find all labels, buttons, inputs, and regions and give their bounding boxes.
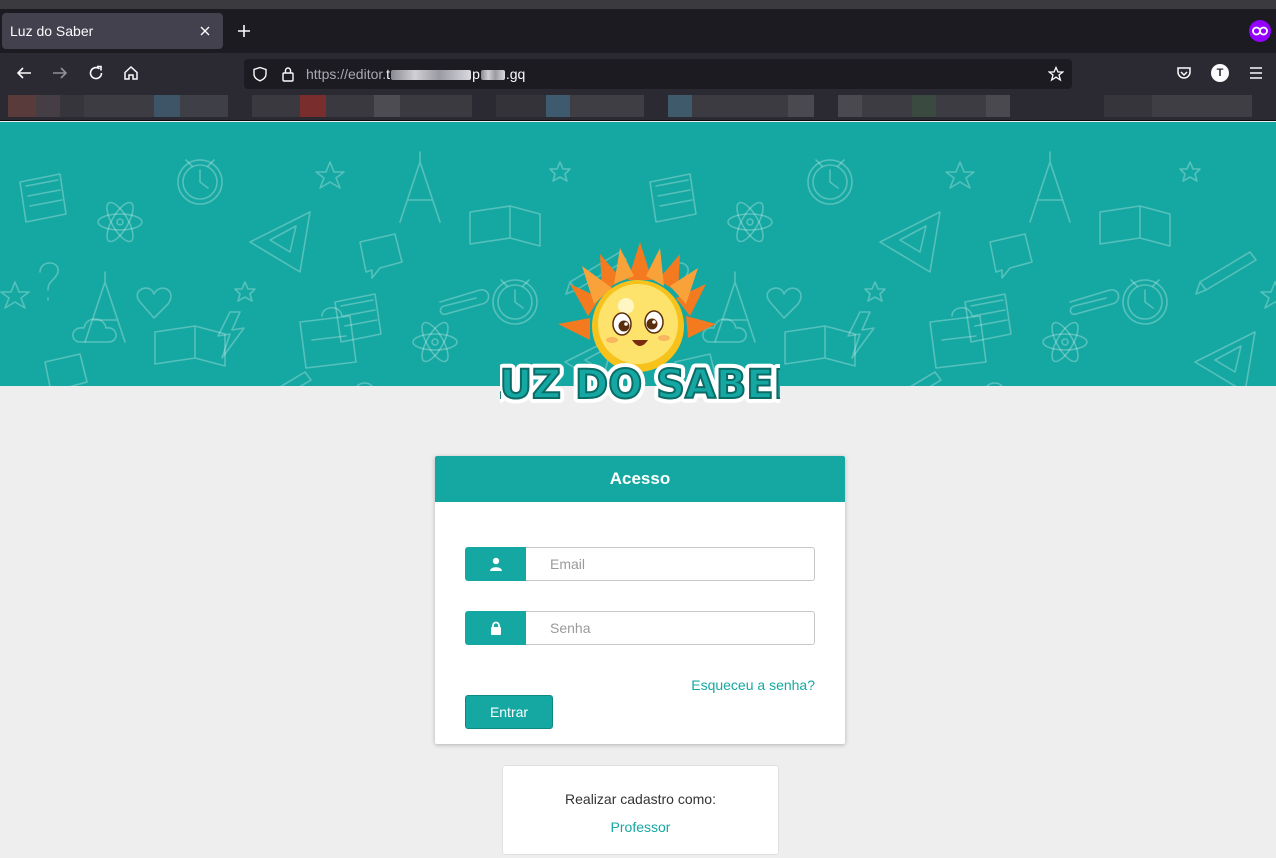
forgot-password-link[interactable]: Esqueceu a senha?: [691, 677, 815, 693]
login-submit-button[interactable]: Entrar: [465, 695, 553, 729]
email-input[interactable]: [526, 547, 815, 581]
bookmark-item[interactable]: [374, 95, 400, 117]
email-field-group: [465, 547, 815, 581]
luz-do-saber-logo: LUZ DO SABER LUZ DO SABER: [471, 240, 809, 413]
bookmark-item[interactable]: [496, 95, 546, 117]
bookmark-item[interactable]: [300, 95, 326, 117]
bookmark-item[interactable]: [546, 95, 570, 117]
bookmarks-toolbar: [0, 93, 1276, 121]
new-tab-icon[interactable]: [234, 21, 254, 41]
reload-icon[interactable]: [86, 63, 106, 83]
forward-arrow-icon[interactable]: [50, 63, 70, 83]
bookmark-item[interactable]: [692, 95, 788, 117]
account-avatar[interactable]: T: [1211, 64, 1229, 82]
bookmark-item[interactable]: [862, 95, 912, 117]
lock-icon: [465, 611, 526, 645]
address-bar[interactable]: https://editor.t p .gq: [244, 59, 1072, 89]
bookmark-item[interactable]: [788, 95, 814, 117]
bookmark-item[interactable]: [154, 95, 180, 117]
bookmark-item[interactable]: [252, 95, 300, 117]
navigation-toolbar: https://editor.t p .gq T: [0, 53, 1276, 93]
bookmark-item[interactable]: [400, 95, 472, 117]
bookmark-item[interactable]: [1152, 95, 1252, 117]
bookmark-item[interactable]: [60, 95, 84, 117]
pocket-icon[interactable]: [1174, 63, 1194, 83]
bookmark-item[interactable]: [838, 95, 862, 117]
bookmark-item[interactable]: [180, 95, 228, 117]
login-card: Acesso Esqueceu a senha? Entrar: [435, 456, 845, 744]
bookmark-item[interactable]: [912, 95, 936, 117]
password-input[interactable]: [526, 611, 815, 645]
bookmark-item[interactable]: [84, 95, 154, 117]
bookmark-item[interactable]: [570, 95, 644, 117]
bookmark-item[interactable]: [36, 95, 60, 117]
back-arrow-icon[interactable]: [14, 63, 34, 83]
bookmark-star-icon[interactable]: [1046, 64, 1066, 84]
lock-icon[interactable]: [278, 64, 298, 84]
tracking-shield-icon[interactable]: [250, 64, 270, 84]
bookmark-item[interactable]: [936, 95, 986, 117]
tab-title: Luz do Saber: [10, 23, 94, 39]
close-tab-icon[interactable]: [195, 21, 215, 41]
bookmark-item[interactable]: [326, 95, 374, 117]
home-icon[interactable]: [121, 63, 141, 83]
url-text: https://editor.t p .gq: [306, 66, 526, 82]
password-field-group: [465, 611, 815, 645]
menu-hamburger-icon[interactable]: [1246, 63, 1266, 83]
tab-luz-do-saber[interactable]: Luz do Saber: [2, 13, 223, 49]
window-top-strip: [0, 0, 1276, 9]
logo-text: LUZ DO SABER: [500, 362, 780, 408]
private-browsing-mask-icon: [1249, 20, 1271, 42]
login-card-title: Acesso: [435, 456, 845, 502]
bookmark-item[interactable]: [986, 95, 1010, 117]
bookmark-item[interactable]: [1104, 95, 1152, 117]
register-professor-link[interactable]: Professor: [503, 819, 778, 835]
tab-bar: Luz do Saber: [0, 9, 1276, 53]
bookmark-item[interactable]: [668, 95, 692, 117]
register-prompt: Realizar cadastro como:: [565, 791, 716, 807]
register-card: Realizar cadastro como: Professor: [502, 765, 779, 855]
bookmark-item[interactable]: [8, 95, 36, 117]
user-icon: [465, 547, 526, 581]
